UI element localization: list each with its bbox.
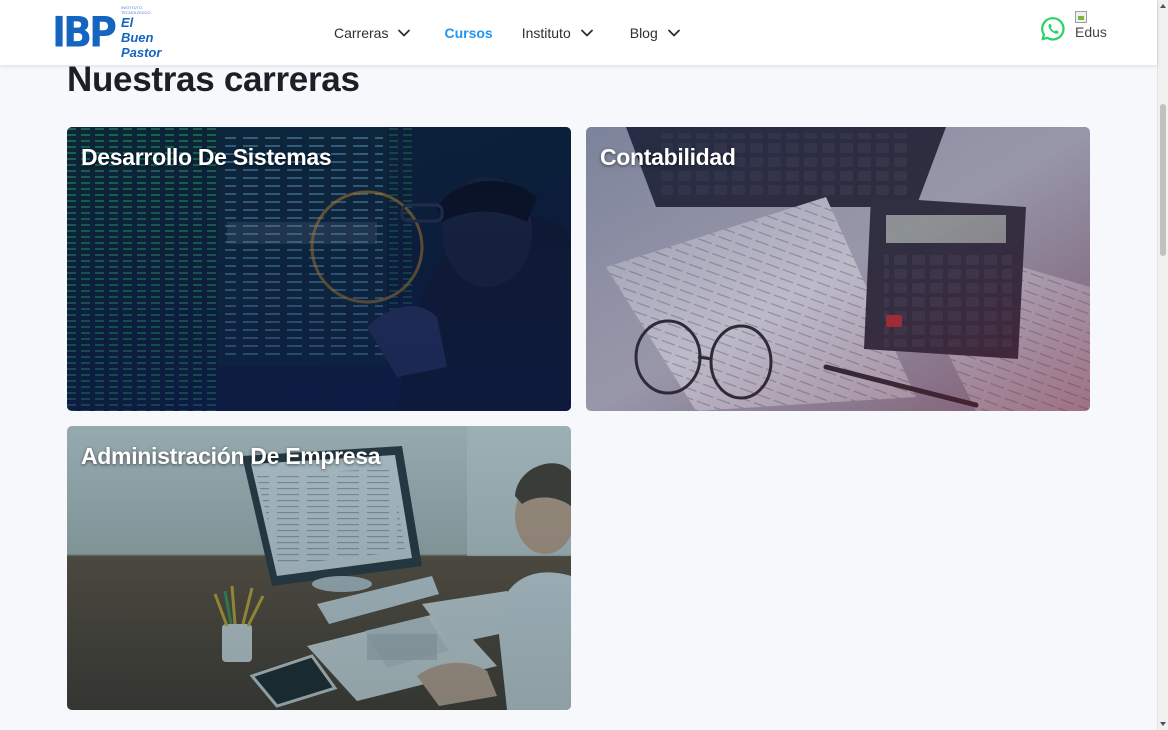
scroll-down-arrow-icon[interactable] (1160, 722, 1166, 726)
logo[interactable]: IBP INSTITUTO TECNOLÓGICO El Buen Pastor (52, 5, 161, 60)
card-title: Administración De Empresa (81, 443, 381, 469)
broken-image-alt: Edus (1075, 24, 1107, 40)
nav-cursos[interactable]: Cursos (444, 25, 492, 41)
nav-carreras-label: Carreras (334, 25, 389, 41)
logo-text: INSTITUTO TECNOLÓGICO El Buen Pastor (121, 5, 161, 60)
nav-carreras[interactable]: Carreras (334, 25, 411, 41)
nav-blog[interactable]: Blog (630, 25, 681, 41)
broken-image-icon (1075, 11, 1087, 23)
chevron-down-icon (580, 26, 594, 40)
career-card-contabilidad[interactable]: Contabilidad (586, 127, 1090, 411)
site-header: IBP INSTITUTO TECNOLÓGICO El Buen Pastor… (0, 0, 1157, 65)
page-scrollbar[interactable] (1157, 0, 1168, 730)
logo-mark: IBP (52, 7, 117, 57)
chevron-down-icon (397, 26, 411, 40)
scroll-up-arrow-icon[interactable] (1160, 4, 1166, 8)
scrollbar-thumb[interactable] (1160, 104, 1166, 256)
nav-blog-label: Blog (629, 25, 658, 41)
section-title: Nuestras carreras (67, 60, 360, 99)
chevron-down-icon (667, 26, 681, 40)
whatsapp-icon[interactable] (1040, 16, 1066, 42)
card-title: Contabilidad (600, 144, 736, 170)
nav-cursos-label: Cursos (444, 25, 493, 41)
logo-line-1: El Buen (120, 14, 154, 45)
nav-instituto[interactable]: Instituto (522, 25, 594, 41)
main-nav: Carreras Cursos Instituto Blog (334, 22, 681, 44)
card-title: Desarrollo De Sistemas (81, 144, 332, 170)
logo-line-2: Pastor (120, 44, 162, 60)
nav-instituto-label: Instituto (521, 25, 571, 41)
career-card-administracion-de-empresa[interactable]: Administración De Empresa (67, 426, 571, 710)
career-card-desarrollo-de-sistemas[interactable]: Desarrollo De Sistemas (67, 127, 571, 411)
broken-image: Edus (1075, 11, 1107, 45)
logo-small-text: INSTITUTO TECNOLÓGICO (120, 4, 151, 15)
